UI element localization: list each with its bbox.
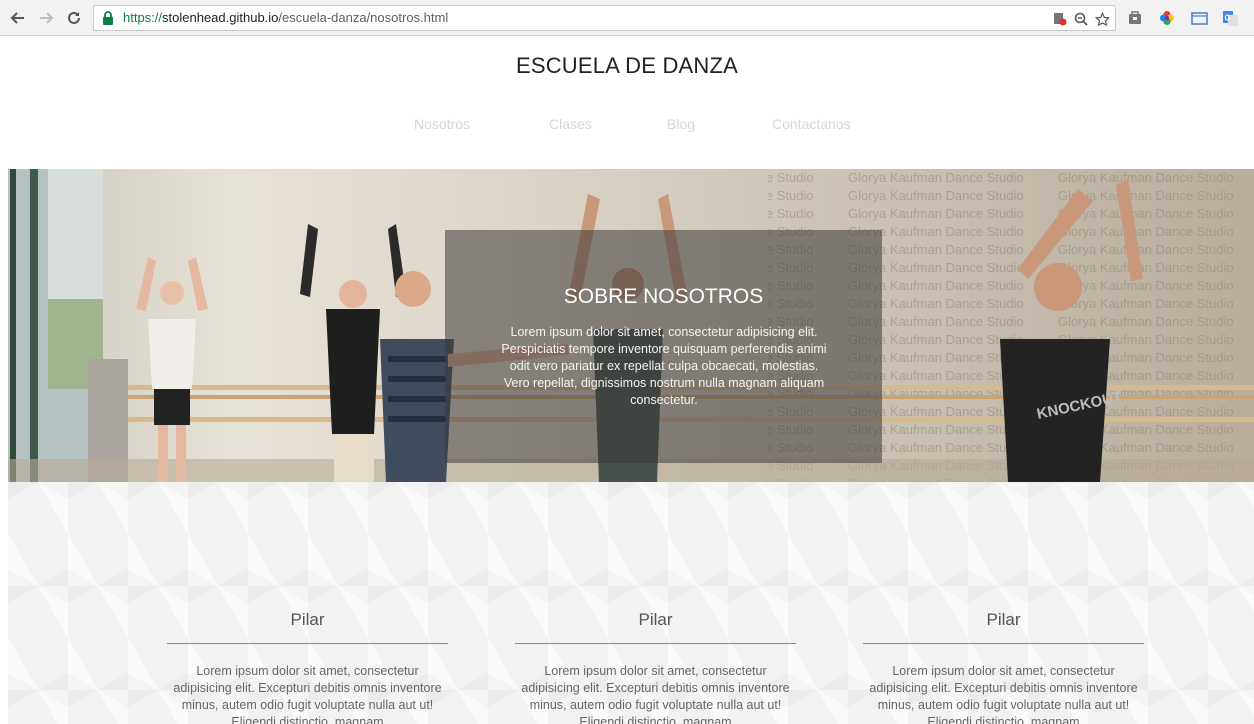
address-bar[interactable]: https://stolenhead.github.io/escuela-dan… (93, 5, 1116, 31)
pillar-title: Pilar (515, 610, 796, 644)
site-title[interactable]: ESCUELA DE DANZA (0, 53, 1254, 79)
url-host: stolenhead.github.io (162, 10, 279, 25)
url-text: https://stolenhead.github.io/escuela-dan… (123, 10, 448, 25)
secure-lock-icon (103, 11, 113, 25)
pillar-card: Pilar Lorem ipsum dolor sit amet, consec… (167, 610, 448, 724)
forward-button[interactable] (35, 7, 57, 29)
pillar-title: Pilar (863, 610, 1144, 644)
main-menu: Nosotros Clases Blog Contactanos (0, 116, 1254, 136)
extension-icon[interactable] (1126, 9, 1144, 27)
pillar-card: Pilar Lorem ipsum dolor sit amet, consec… (515, 610, 796, 724)
pillars-section: Pilar Lorem ipsum dolor sit amet, consec… (8, 482, 1254, 724)
translate-icon[interactable]: G (1221, 9, 1239, 27)
bookmark-star-icon[interactable] (1094, 11, 1110, 27)
menu-item-blog[interactable]: Blog (667, 116, 695, 132)
back-button[interactable] (7, 7, 29, 29)
pillar-card: Pilar Lorem ipsum dolor sit amet, consec… (863, 610, 1144, 724)
browser-toolbar: https://stolenhead.github.io/escuela-dan… (0, 0, 1254, 36)
reload-icon (68, 11, 80, 24)
pillar-text: Lorem ipsum dolor sit amet, consectetur … (521, 664, 790, 724)
dancer-figure (136, 257, 208, 482)
reload-button[interactable] (63, 7, 85, 29)
menu-item-contactanos[interactable]: Contactanos (772, 116, 851, 132)
url-path: /escuela-danza/nosotros.html (278, 10, 449, 25)
pillar-title: Pilar (167, 610, 448, 644)
menu-item-clases[interactable]: Clases (549, 116, 592, 132)
forward-arrow-icon (40, 12, 54, 24)
window-resizer-icon[interactable] (1190, 9, 1208, 27)
back-arrow-icon (10, 12, 24, 24)
hero-banner: Glorya Kaufman Dance Studio (8, 169, 1254, 482)
svg-text:G: G (1224, 13, 1230, 22)
url-scheme: https:// (123, 10, 163, 25)
pillar-text: Lorem ipsum dolor sit amet, consectetur … (173, 664, 442, 724)
blocked-content-icon[interactable] (1052, 11, 1068, 27)
pillar-text: Lorem ipsum dolor sit amet, consectetur … (869, 664, 1138, 724)
zoom-icon[interactable] (1073, 11, 1089, 27)
menu-item-nosotros[interactable]: Nosotros (414, 116, 470, 132)
hero-description: Lorem ipsum dolor sit amet, consectetur … (501, 325, 827, 407)
hero-title: SOBRE NOSOTROS (563, 285, 764, 308)
color-picker-extension-icon[interactable] (1158, 9, 1176, 27)
hero-overlay-box: SOBRE NOSOTROS Lorem ipsum dolor sit ame… (445, 230, 882, 463)
